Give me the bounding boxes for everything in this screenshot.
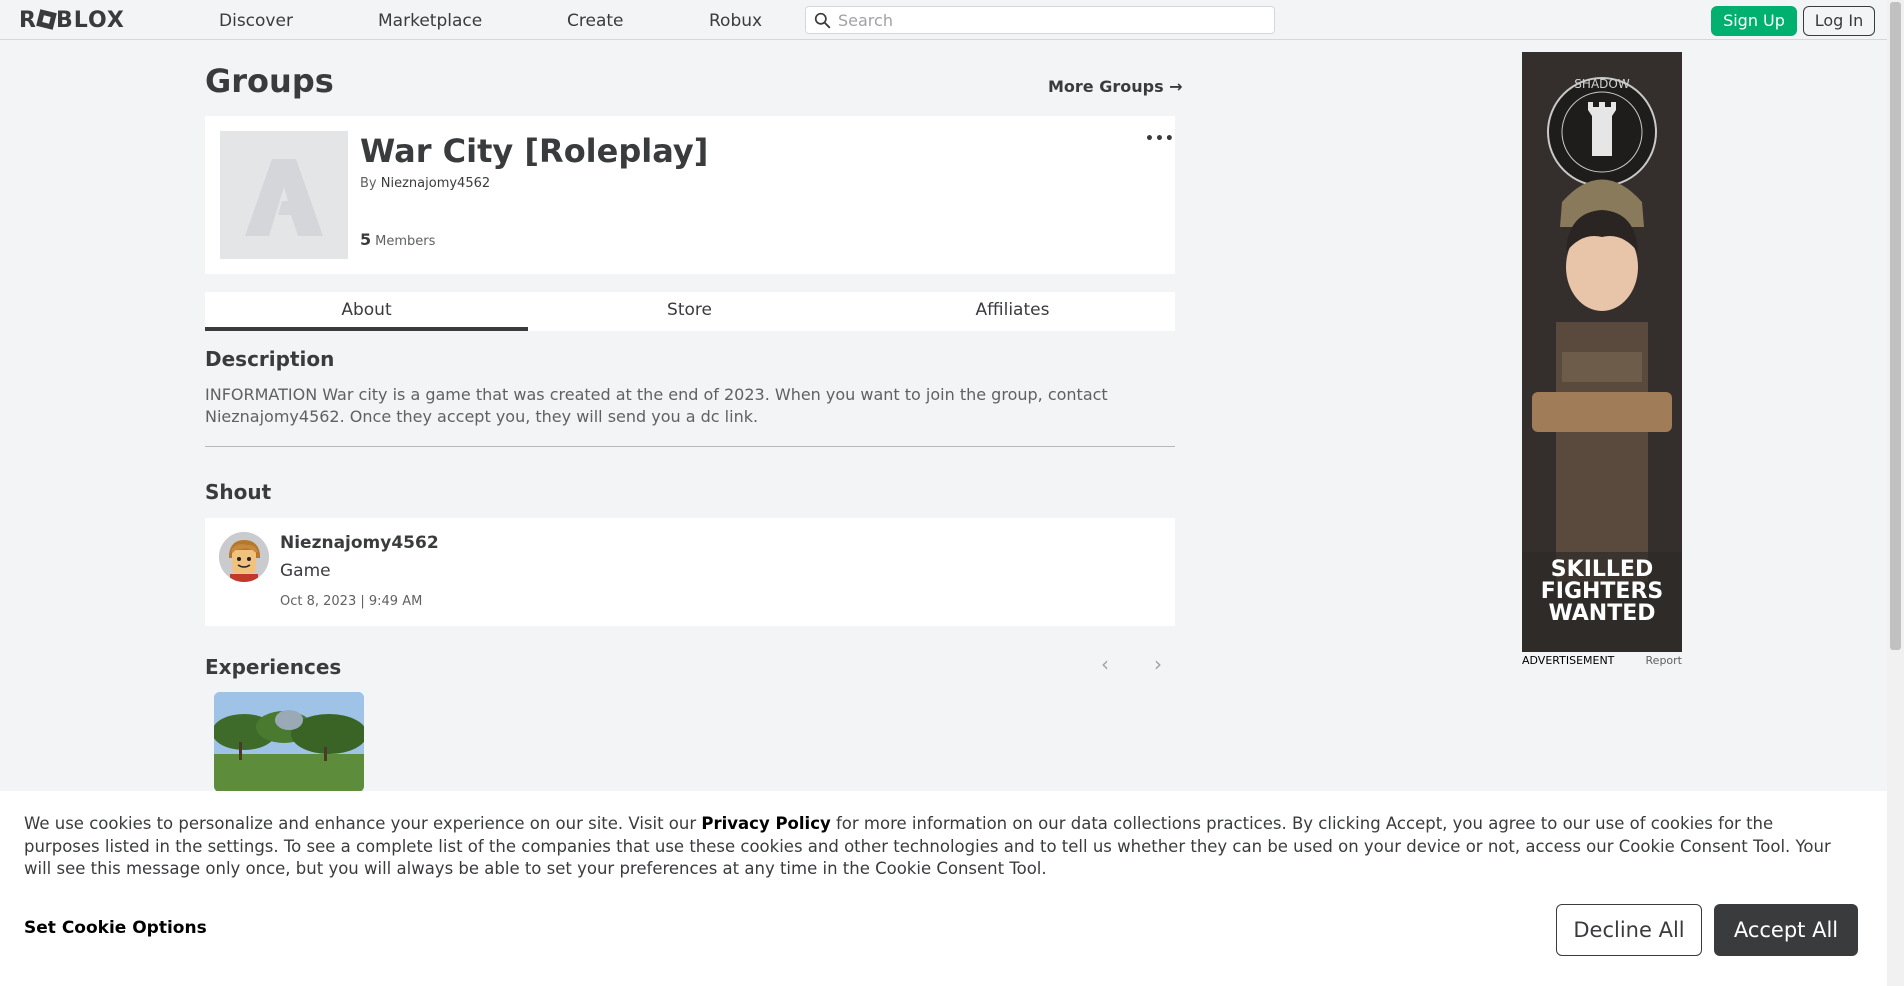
accept-all-button[interactable]: Accept All [1714, 904, 1858, 956]
shout-message: Game [280, 561, 331, 581]
owner-link[interactable]: Nieznajomy4562 [381, 176, 490, 191]
ad-artwork: SHADOW SKILLED FIGHTERS WANTED [1522, 52, 1682, 652]
tab-about[interactable]: About [205, 292, 528, 331]
experience-thumbnail[interactable] [214, 692, 364, 792]
group-name: War City [Roleplay] [360, 132, 709, 170]
ad-label: ADVERTISEMENT [1522, 654, 1615, 667]
search-icon[interactable] [814, 12, 831, 29]
description-text: INFORMATION War city is a game that was … [205, 385, 1108, 426]
tab-affiliates[interactable]: Affiliates [851, 292, 1174, 331]
cookie-message: We use cookies to personalize and enhanc… [24, 813, 1854, 881]
group-owner: By Nieznajomy4562 [360, 176, 490, 191]
nav-marketplace[interactable]: Marketplace [378, 11, 482, 31]
member-count-label: Members [375, 234, 436, 249]
page-scrollbar[interactable] [1887, 0, 1904, 986]
group-placeholder-icon [245, 159, 323, 236]
search-box [805, 6, 1275, 34]
advertisement-banner[interactable]: SHADOW SKILLED FIGHTERS WANTED [1522, 52, 1682, 652]
member-count: 5 Members [360, 230, 435, 249]
group-emblem [220, 131, 348, 259]
ad-line-3: WANTED [1548, 601, 1655, 626]
nav-robux[interactable]: Robux [709, 11, 762, 31]
privacy-policy-link[interactable]: Privacy Policy [701, 814, 830, 833]
description-heading: Description [205, 347, 335, 371]
cookie-consent-banner: We use cookies to personalize and enhanc… [0, 791, 1887, 986]
shout-avatar[interactable] [219, 532, 269, 582]
experiences-heading: Experiences [205, 655, 342, 679]
member-count-number: 5 [360, 230, 372, 249]
ad-badge-top: SHADOW [1574, 77, 1630, 91]
cookie-text-before: We use cookies to personalize and enhanc… [24, 814, 702, 833]
search-input[interactable] [838, 10, 1258, 30]
section-divider [205, 446, 1175, 447]
more-groups-link[interactable]: More Groups → [1048, 77, 1183, 96]
nav-create[interactable]: Create [567, 11, 624, 31]
decline-all-button[interactable]: Decline All [1556, 904, 1702, 956]
avatar-icon [219, 532, 269, 582]
page-title: Groups [205, 62, 334, 100]
shout-author[interactable]: Nieznajomy4562 [280, 533, 439, 553]
more-options-icon[interactable]: ••• [1145, 131, 1175, 147]
experience-image [214, 692, 364, 792]
shout-heading: Shout [205, 480, 272, 504]
chevron-right-icon[interactable]: › [1154, 652, 1162, 676]
tab-store[interactable]: Store [528, 292, 851, 331]
shout-card: Nieznajomy4562 Game Oct 8, 2023 | 9:49 A… [205, 518, 1175, 626]
chevron-left-icon[interactable]: ‹ [1101, 652, 1109, 676]
sign-up-button[interactable]: Sign Up [1711, 6, 1797, 36]
owner-prefix: By [360, 176, 377, 191]
set-cookie-options-link[interactable]: Set Cookie Options [24, 918, 207, 938]
roblox-logo[interactable]: R BLOX [19, 8, 125, 33]
group-header-card: War City [Roleplay] By Nieznajomy4562 5M… [205, 116, 1175, 274]
ad-report-link[interactable]: Report [1646, 654, 1682, 667]
nav-discover[interactable]: Discover [219, 11, 293, 31]
scrollbar-thumb[interactable] [1890, 2, 1901, 650]
shout-timestamp: Oct 8, 2023 | 9:49 AM [280, 594, 423, 609]
log-in-button[interactable]: Log In [1803, 6, 1875, 36]
top-nav-bar: R BLOX Discover Marketplace Create Robux … [0, 0, 1887, 40]
group-tabs: About Store Affiliates [205, 292, 1175, 331]
